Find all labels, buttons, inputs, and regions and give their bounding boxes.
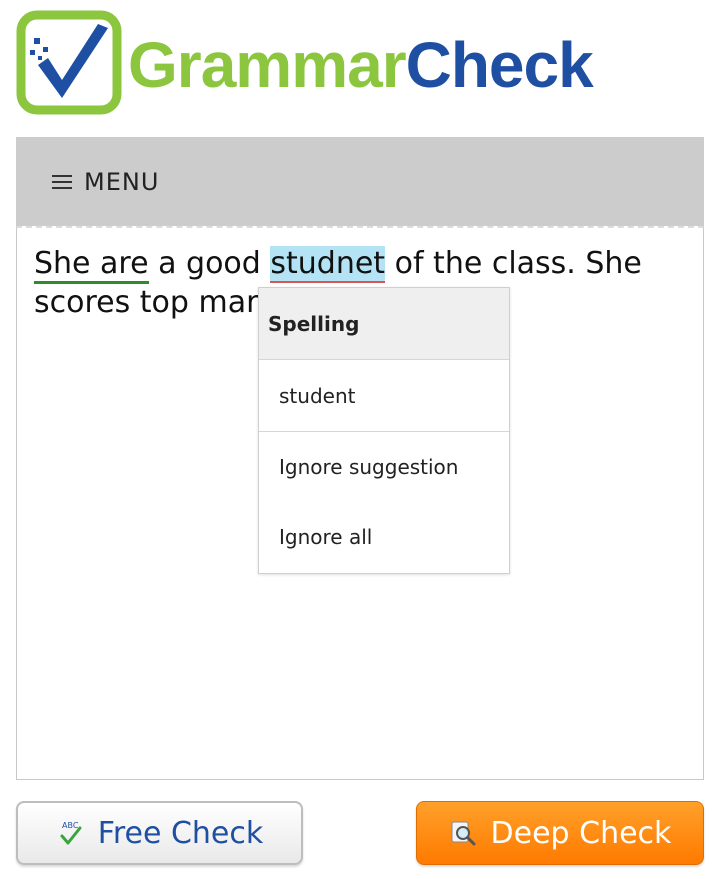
checkmark-logo-icon — [16, 10, 122, 115]
spelling-error-highlight[interactable]: studnet — [270, 246, 386, 283]
hamburger-icon — [52, 175, 72, 189]
popup-title: Spelling — [259, 288, 509, 360]
logo-text-grammar: Grammar — [128, 29, 407, 101]
logo[interactable]: GrammarCheck — [16, 10, 616, 115]
free-check-button[interactable]: ABC Free Check — [16, 801, 303, 865]
text-segment: a good — [148, 246, 271, 281]
ignore-suggestion-item[interactable]: Ignore suggestion — [259, 432, 509, 502]
ignore-all-item[interactable]: Ignore all — [259, 502, 509, 572]
abc-check-icon: ABC — [60, 821, 82, 845]
menu-bar: MENU — [16, 137, 704, 226]
deep-check-button[interactable]: Deep Check — [416, 801, 704, 865]
logo-text: GrammarCheck — [128, 29, 594, 101]
svg-text:ABC: ABC — [62, 821, 79, 830]
menu-button[interactable]: MENU — [52, 167, 159, 197]
suggestion-item[interactable]: student — [259, 360, 509, 432]
menu-label: MENU — [84, 168, 160, 196]
deep-check-label: Deep Check — [490, 815, 672, 851]
grammar-error-highlight[interactable]: She are — [34, 246, 149, 284]
spelling-suggestion-popup: Spelling student Ignore suggestion Ignor… — [258, 287, 510, 574]
free-check-label: Free Check — [97, 815, 264, 851]
magnifier-icon — [451, 821, 476, 846]
logo-text-check: Check — [405, 29, 594, 101]
